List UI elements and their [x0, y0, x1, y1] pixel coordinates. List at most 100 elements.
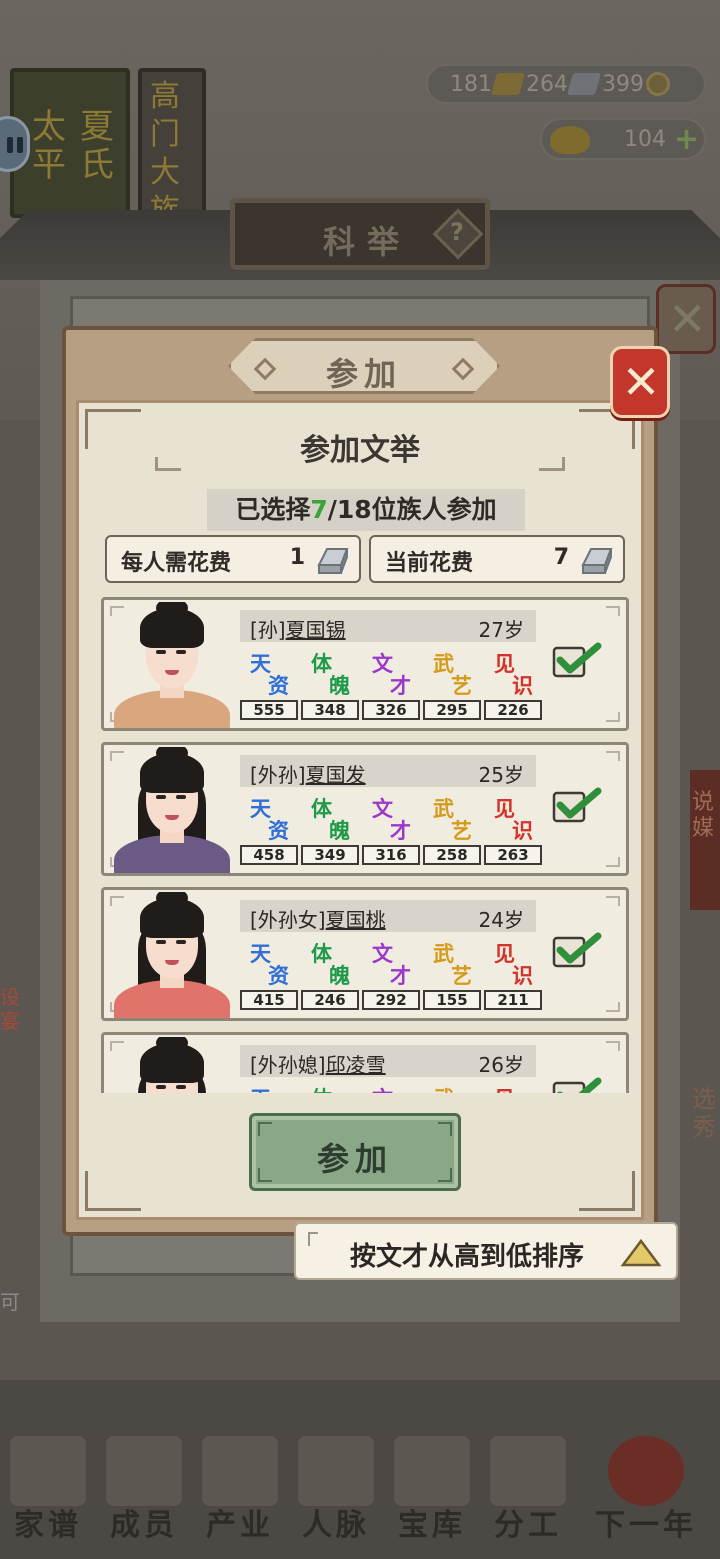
member-name-bar: [外孙女]夏国桃 24岁: [240, 900, 536, 932]
stat-label-char: 文: [372, 1083, 393, 1093]
member-stat: 文才: [362, 1083, 420, 1093]
stat-label-char: 资: [268, 818, 289, 843]
member-card[interactable]: [外孙女]夏国桃 24岁天资 415 体魄 246 文才 292 武艺 155 见识 211: [101, 887, 629, 1021]
connections-icon: [298, 1436, 374, 1506]
join-button-label: 参加: [316, 1140, 393, 1178]
help-icon[interactable]: ?: [450, 218, 464, 246]
nav-next-year[interactable]: 下一年: [576, 1430, 716, 1550]
plus-icon[interactable]: +: [674, 125, 699, 155]
member-card[interactable]: [外孙]夏国发 25岁天资 458 体魄 349 文才 316 武艺 258 见识 263: [101, 742, 629, 876]
stat-label-char: 艺: [451, 818, 472, 843]
card-corner: [606, 896, 620, 906]
sort-ascending-triangle-icon: [620, 1238, 662, 1267]
cost-per-person-label: 每人需花费: [121, 551, 232, 576]
stat-label: 文才: [370, 648, 414, 698]
family-tree-icon: [10, 1436, 86, 1506]
selected-check-icon[interactable]: [552, 1077, 602, 1093]
member-portrait: [110, 602, 234, 728]
member-relation: [外孙女]: [250, 908, 326, 932]
selected-number: 7: [310, 495, 328, 524]
stat-label-char: 识: [512, 673, 533, 698]
eye: [156, 940, 166, 944]
stat-label-char: 魄: [329, 963, 350, 988]
stat-label: 天资: [248, 938, 292, 988]
stat-label: 天资: [248, 793, 292, 843]
member-age: 25岁: [478, 763, 524, 787]
member-portrait: [110, 892, 234, 1018]
member-stat: 见识 226: [484, 648, 542, 722]
nav-label: 成员: [110, 1508, 178, 1543]
stat-value: 292: [362, 990, 420, 1010]
stat-label-char: 识: [512, 963, 533, 988]
member-given-name: 夏国桃: [325, 908, 386, 932]
nav-family-tree[interactable]: 家谱: [0, 1430, 96, 1550]
selected-check-icon[interactable]: [552, 932, 602, 968]
selected-check-icon[interactable]: [552, 642, 602, 678]
nav-label: 人脉: [302, 1508, 370, 1543]
current-cost-label: 当前花费: [385, 551, 474, 576]
silver-ingot-icon: [581, 548, 613, 574]
next-year-icon: [608, 1436, 684, 1506]
cost-per-person: 每人需花费 1: [105, 535, 361, 583]
stat-value: 211: [484, 990, 542, 1010]
stat-label-char: 艺: [451, 673, 472, 698]
member-stat: 见识 263: [484, 793, 542, 867]
resource-bar: 181 264 399: [426, 64, 706, 104]
close-icon: ✕: [621, 355, 661, 409]
selection-count: 已选择7/18位族人参加: [207, 489, 525, 531]
stat-label-char: 资: [268, 963, 289, 988]
sort-corner-mark: [308, 1232, 318, 1246]
sort-by-literary-button[interactable]: 按文才从高到低排序: [294, 1222, 678, 1280]
card-corner: [606, 1002, 620, 1012]
member-name-bar: [外孙媳]邱凌雪 26岁: [240, 1045, 536, 1077]
stat-label-char: 资: [268, 673, 289, 698]
side-text-right-2: 选秀: [692, 1085, 716, 1141]
book-text-1: 太平: [32, 107, 66, 185]
member-stat: 体魄 348: [301, 648, 359, 722]
member-stat: 文才 316: [362, 793, 420, 867]
nav-treasury[interactable]: 宝库: [384, 1430, 480, 1550]
member-relation: [孙]: [250, 618, 286, 642]
stat-label: 见识: [492, 1083, 536, 1093]
stat-label-char: 才: [390, 673, 411, 698]
member-stat: 天资 555: [240, 648, 298, 722]
property-icon: [202, 1436, 278, 1506]
close-button[interactable]: ✕: [610, 346, 670, 418]
member-stat: 文才 326: [362, 648, 420, 722]
stat-value: 155: [423, 990, 481, 1010]
member-list[interactable]: [孙]夏国锡 27岁天资 555 体魄 348 文才 326 武艺 295 见识 226 [外孙]夏国…: [101, 597, 629, 1093]
join-button[interactable]: 参加: [249, 1113, 461, 1191]
stat-value: 295: [423, 700, 481, 720]
ingot-bar[interactable]: 104 +: [540, 118, 706, 160]
stat-label: 体魄: [309, 1083, 353, 1093]
member-stat: 武艺 295: [423, 648, 481, 722]
stat-label: 体魄: [309, 793, 353, 843]
member-age: 26岁: [478, 1053, 524, 1077]
eye: [176, 795, 186, 799]
gold-ingot-icon: [491, 73, 525, 95]
member-stat: 武艺 258: [423, 793, 481, 867]
member-stat: 文才 292: [362, 938, 420, 1012]
member-given-name: 夏国发: [305, 763, 366, 787]
card-corner: [606, 1041, 620, 1051]
member-stat: 天资 458: [240, 793, 298, 867]
selection-suffix: /18位族人参加: [327, 495, 497, 524]
side-text-left-2: 可: [0, 1290, 20, 1314]
nav-members[interactable]: 成员: [96, 1430, 192, 1550]
member-name: [外孙女]夏国桃: [250, 904, 386, 933]
card-corner: [606, 751, 620, 761]
stat-label: 文才: [370, 1083, 414, 1093]
stat-label: 天资: [248, 1083, 292, 1093]
nav-connections[interactable]: 人脉: [288, 1430, 384, 1550]
stat-label: 体魄: [309, 648, 353, 698]
nav-property[interactable]: 产业: [192, 1430, 288, 1550]
panel-title: 科举: [323, 223, 412, 261]
member-card[interactable]: [孙]夏国锡 27岁天资 555 体魄 348 文才 326 武艺 295 见识 226: [101, 597, 629, 731]
stat-label-char: 天: [250, 1083, 271, 1093]
member-card[interactable]: [外孙媳]邱凌雪 26岁天资 体魄 文才 武艺 见识: [101, 1032, 629, 1093]
selected-check-icon[interactable]: [552, 787, 602, 823]
eye: [156, 795, 166, 799]
nav-assignments[interactable]: 分工: [480, 1430, 576, 1550]
stat-value: 349: [301, 845, 359, 865]
stat-label: 文才: [370, 793, 414, 843]
